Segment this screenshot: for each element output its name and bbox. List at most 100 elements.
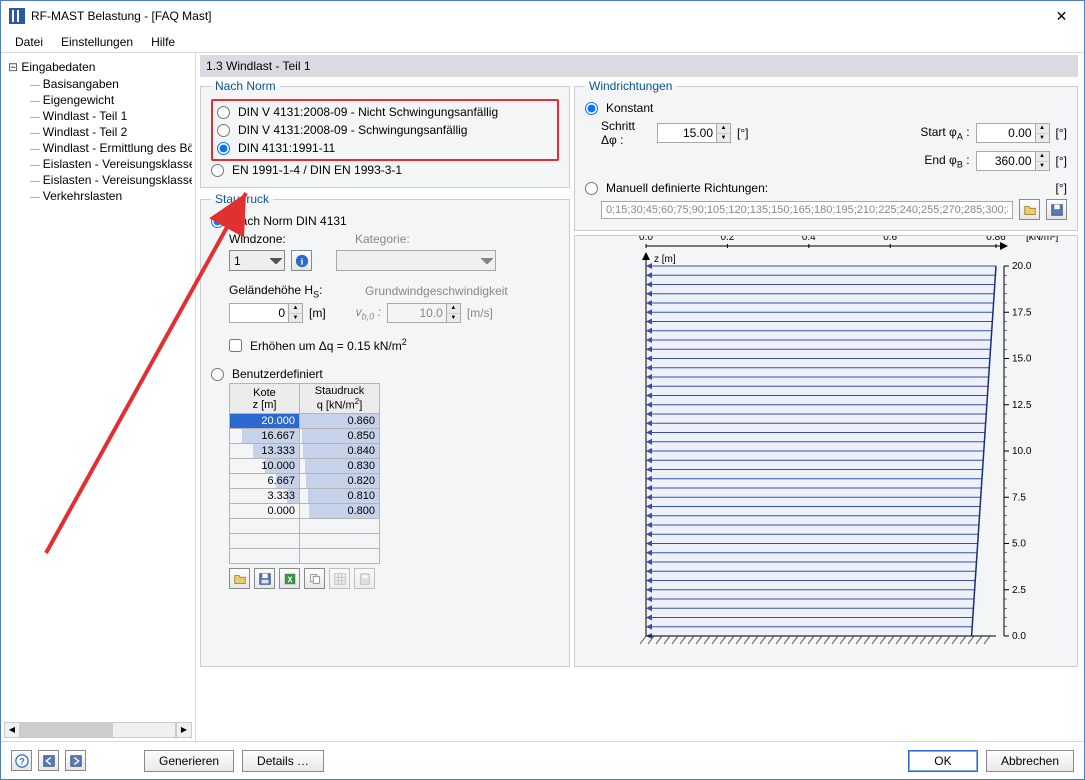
table-save-button[interactable] [254,568,275,589]
svg-text:7.5: 7.5 [1012,492,1026,503]
staudruck-table[interactable]: Kotez [m] Staudruckq [kN/m2] 20.0000.860… [229,383,380,564]
wind-profile-chart: z [m]0.00.20.40.60.86[kN/m²]0.02.55.07.5… [574,235,1078,667]
manual-dir-input[interactable] [601,201,1013,219]
table-row[interactable]: 16.6670.850 [230,429,380,444]
tree-item-windlast-teil1[interactable]: Windlast - Teil 1 [4,108,192,124]
gelaende-unit: [m] [309,306,326,320]
table-row[interactable]: 3.3330.810 [230,489,380,504]
group-staudruck: Staudruck Nach Norm DIN 4131 Windzone: K… [200,192,570,667]
wind-constant-option[interactable]: Konstant [585,99,1067,117]
table-calc-button[interactable] [354,568,375,589]
table-row[interactable]: 0.0000.800 [230,504,380,519]
svg-text:X: X [287,575,293,584]
generate-button[interactable]: Generieren [144,750,234,772]
table-row[interactable]: 6.6670.820 [230,474,380,489]
table-row[interactable] [230,519,380,534]
window-title: RF-MAST Belastung - [FAQ Mast] [31,9,1039,23]
tree-item-windlast-boen[interactable]: Windlast - Ermittlung des Böenreaktionsf… [4,140,192,156]
norm-option-3[interactable]: EN 1991-1-4 / DIN EN 1993-3-1 [211,161,559,179]
tree-root[interactable]: Eingabedaten [4,58,192,76]
table-row[interactable]: 20.0000.860 [230,414,380,429]
page-title: 1.3 Windlast - Teil 1 [200,55,1078,77]
gelaende-label: Geländehöhe HS: [229,283,359,299]
sidebar: Eingabedaten Basisangaben Eigengewicht W… [1,53,196,741]
svg-text:5.0: 5.0 [1012,539,1026,550]
grundwind-unit: [m/s] [467,306,493,320]
norm-option-0[interactable]: DIN V 4131:2008-09 - Nicht Schwingungsan… [217,103,553,121]
menu-settings[interactable]: Einstellungen [53,33,141,51]
group-windrichtungen-legend: Windrichtungen [585,79,676,93]
ok-button[interactable]: OK [908,750,978,772]
table-grid-button[interactable] [329,568,350,589]
tree-item-eigengewicht[interactable]: Eigengewicht [4,92,192,108]
svg-text:i: i [300,256,303,267]
norm-option-1[interactable]: DIN V 4131:2008-09 - Schwingungsanfällig [217,121,553,139]
menu-file[interactable]: Datei [7,33,51,51]
table-row[interactable] [230,534,380,549]
gelaende-spin[interactable]: ▲▼ [229,303,303,323]
table-open-button[interactable] [229,568,250,589]
wind-manual-option[interactable]: Manuell definierte Richtungen: [°] [585,179,1067,197]
svg-text:0.2: 0.2 [720,236,734,243]
table-row[interactable] [230,549,380,564]
th-kote: Kotez [m] [230,384,300,414]
end-spin[interactable]: ▲▼ [976,151,1050,171]
table-row[interactable]: 13.3330.840 [230,444,380,459]
svg-text:0.6: 0.6 [883,236,897,243]
table-copy-button[interactable] [304,568,325,589]
staudruck-user-option[interactable]: Benutzerdefiniert [211,365,559,383]
tree-item-basisangaben[interactable]: Basisangaben [4,76,192,92]
svg-text:17.5: 17.5 [1012,307,1032,318]
step-spin[interactable]: ▲▼ [657,123,731,143]
details-button[interactable]: Details … [242,750,324,772]
group-staudruck-legend: Staudruck [211,192,273,206]
end-unit: [°] [1056,154,1067,168]
footer-next-button[interactable] [65,750,86,771]
kategorie-select[interactable] [336,250,496,271]
tree-item-verkehrslasten[interactable]: Verkehrslasten [4,188,192,204]
menu-help[interactable]: Hilfe [143,33,183,51]
chart-canvas: z [m]0.00.20.40.60.86[kN/m²]0.02.55.07.5… [575,236,1077,666]
manual-save-button[interactable] [1046,199,1067,220]
th-staudruck: Staudruckq [kN/m2] [300,384,380,414]
app-icon [9,8,25,24]
step-unit: [°] [737,126,748,140]
table-export-excel-button[interactable]: X [279,568,300,589]
table-row[interactable]: 10.0000.830 [230,459,380,474]
staudruck-norm-option[interactable]: Nach Norm DIN 4131 [211,212,559,230]
svg-text:15.0: 15.0 [1012,354,1032,365]
start-spin[interactable]: ▲▼ [976,123,1050,143]
svg-text:0.0: 0.0 [639,236,653,243]
staudruck-toolbar: X [229,564,559,589]
tree-item-eislasten-r[interactable]: Eislasten - Vereisungsklasse R [4,172,192,188]
svg-text:?: ? [19,756,24,766]
step-label: Schritt Δφ : [585,119,651,147]
group-norm: Nach Norm DIN V 4131:2008-09 - Nicht Sch… [200,79,570,188]
close-button[interactable]: ✕ [1039,1,1084,31]
windzone-select[interactable]: 1 [229,250,285,271]
svg-text:12.5: 12.5 [1012,400,1032,411]
grundwind-spin: ▲▼ [387,303,461,323]
erhoehen-checkbox[interactable] [229,339,242,352]
kategorie-label: Kategorie: [355,232,475,246]
norm-option-2[interactable]: DIN 4131:1991-11 [217,139,553,157]
menu-bar: Datei Einstellungen Hilfe [1,31,1084,53]
manual-open-button[interactable] [1019,199,1040,220]
content-area: 1.3 Windlast - Teil 1 Nach Norm DIN V 41… [196,53,1084,741]
footer-prev-button[interactable] [38,750,59,771]
sidebar-hscroll[interactable]: ◀▶ [4,722,192,738]
manual-unit: [°] [1056,181,1067,195]
grundwind-label: Grundwindgeschwindigkeit [365,284,508,298]
windzone-info-button[interactable]: i [291,250,312,271]
end-label: End φB : [924,153,969,169]
svg-text:2.5: 2.5 [1012,585,1026,596]
start-unit: [°] [1056,126,1067,140]
windzone-label: Windzone: [229,232,349,246]
tree-item-eislasten-g[interactable]: Eislasten - Vereisungsklasse G [4,156,192,172]
svg-text:10.0: 10.0 [1012,446,1032,457]
tree-item-windlast-teil2[interactable]: Windlast - Teil 2 [4,124,192,140]
cancel-button[interactable]: Abbrechen [986,750,1074,772]
help-button[interactable]: ? [11,750,32,771]
title-bar: RF-MAST Belastung - [FAQ Mast] ✕ [1,1,1084,31]
erhoehen-label: Erhöhen um Δq = 0.15 kN/m2 [250,337,407,353]
